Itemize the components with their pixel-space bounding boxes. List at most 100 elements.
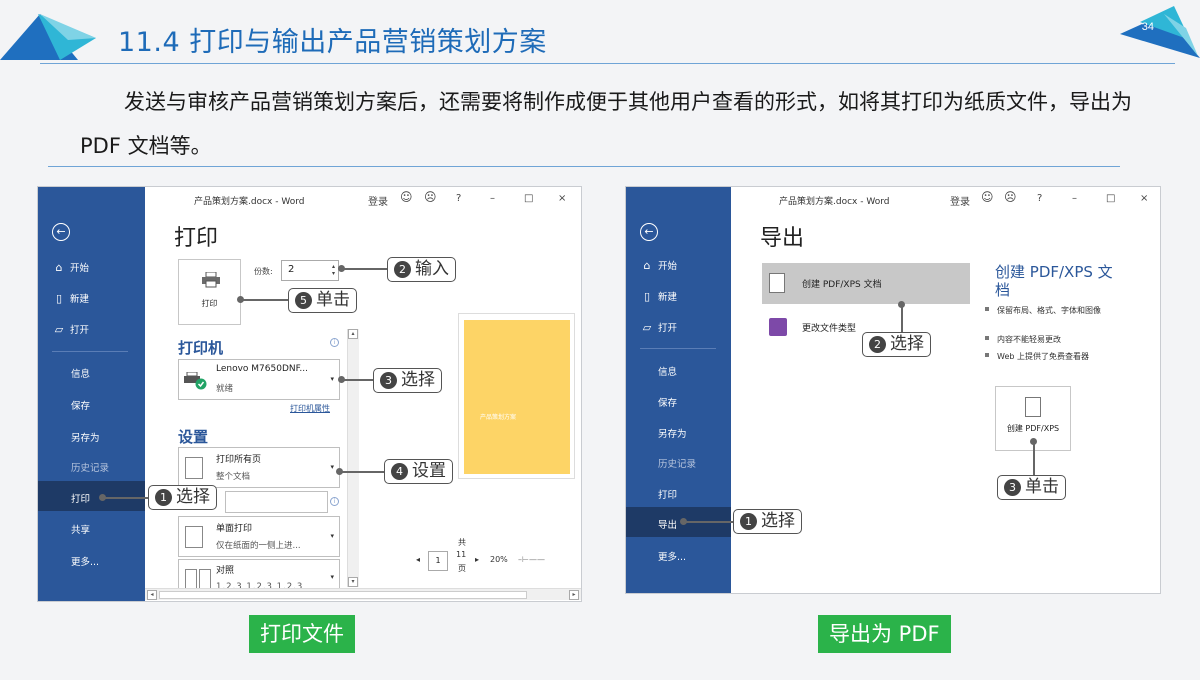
back-arrow-icon[interactable]: ←: [52, 223, 70, 241]
callout-1-select: 1 选择: [148, 485, 217, 510]
callout-leader: [342, 379, 374, 381]
sides-dropdown[interactable]: 单面打印 仅在纸面的一侧上进... ▾: [178, 516, 340, 557]
login-link[interactable]: 登录: [368, 193, 388, 208]
chevron-down-icon: ▾: [330, 374, 334, 383]
back-arrow-icon[interactable]: ←: [640, 223, 658, 241]
sidebar-item-open[interactable]: ▱ 打开: [52, 322, 89, 336]
sidebar-item-home[interactable]: ⌂ 开始: [52, 260, 90, 274]
create-pdf-xps-item[interactable]: 创建 PDF/XPS 文档: [762, 263, 970, 304]
page-count-suffix: 页: [458, 564, 466, 573]
sidebar-item-new[interactable]: ▯ 新建: [52, 291, 89, 305]
window-titlebar: 产品策划方案.docx - Word: [779, 197, 890, 207]
sidebar-item-export[interactable]: 导出: [658, 517, 677, 531]
sidebar-item-home[interactable]: ⌂ 开始: [640, 258, 678, 272]
zoom-level: 20%: [490, 555, 508, 564]
print-button[interactable]: 打印: [178, 259, 241, 325]
scroll-right-icon[interactable]: ▸: [569, 590, 579, 600]
page-count-prefix: 共: [458, 538, 466, 547]
chevron-down-icon: ▾: [330, 531, 334, 540]
page-prev-icon[interactable]: ◂: [416, 555, 420, 564]
print-preview-frame: 产品策划方案: [458, 313, 575, 479]
print-range-dropdown[interactable]: 打印所有页 整个文档 ▾: [178, 447, 340, 488]
change-file-type-item[interactable]: 更改文件类型: [802, 321, 856, 334]
pdf-bullet-2: 内容不能轻易更改: [985, 334, 1061, 345]
printer-dropdown[interactable]: Lenovo M7650DNF... 就绪 ▾: [178, 359, 340, 400]
one-sided-icon: [185, 526, 203, 548]
page-count: 11: [456, 550, 467, 559]
change-file-type-icon: [769, 318, 787, 336]
create-pdf-xps-button-label: 创建 PDF/XPS: [1006, 424, 1060, 433]
pages-icon: [185, 457, 203, 479]
scroll-thumb[interactable]: [159, 591, 527, 599]
callout-leader: [241, 299, 289, 301]
sidebar-item-open[interactable]: ▱ 打开: [640, 320, 677, 334]
minimize-icon[interactable]: –: [1072, 193, 1077, 204]
close-icon[interactable]: ×: [1140, 193, 1148, 204]
callout-4-set: 4 设置: [384, 459, 453, 484]
printer-status: 就绪: [216, 384, 234, 394]
sidebar-item-print[interactable]: 打印: [658, 487, 677, 501]
sidebar-item-share[interactable]: 共享: [71, 522, 90, 536]
sidebar-item-save[interactable]: 保存: [658, 395, 677, 409]
print-range-title: 打印所有页: [216, 455, 262, 465]
frown-icon[interactable]: ☹: [1004, 190, 1017, 204]
settings-scrollbar[interactable]: ▴ ▾: [347, 329, 359, 587]
pages-info-icon[interactable]: i: [330, 497, 339, 506]
backstage-sidebar: ← ⌂ 开始 ▯ 新建 ▱ 打开 信息 保存 另存为 历史记录 打印 共享 更多...: [38, 187, 145, 601]
sidebar-item-info[interactable]: 信息: [658, 364, 677, 378]
callout-leader: [342, 268, 388, 270]
page-number: 34: [1141, 21, 1154, 33]
callout-leader: [340, 471, 385, 473]
smile-icon[interactable]: ☺: [400, 190, 413, 204]
login-link[interactable]: 登录: [950, 193, 970, 208]
printer-ready-icon: [184, 372, 207, 390]
sides-sub: 仅在纸面的一侧上进...: [216, 541, 301, 551]
minimize-icon[interactable]: –: [490, 193, 495, 204]
horizontal-scrollbar[interactable]: ◂ ▸: [145, 588, 581, 600]
sidebar-item-more[interactable]: 更多...: [658, 549, 686, 563]
maximize-icon[interactable]: □: [524, 193, 533, 204]
sidebar-item-save[interactable]: 保存: [71, 398, 90, 412]
corner-decoration-left: [0, 14, 96, 60]
intro-divider: [48, 166, 1120, 167]
printer-info-icon[interactable]: i: [330, 338, 339, 347]
page-number-input[interactable]: 1: [428, 551, 448, 571]
settings-section-title: 设置: [178, 428, 209, 446]
sidebar-item-save-as[interactable]: 另存为: [71, 430, 100, 444]
new-document-icon: ▯: [55, 292, 63, 305]
copies-spinner-icon[interactable]: ▴ ▾: [332, 263, 335, 277]
sidebar-item-more[interactable]: 更多...: [71, 554, 99, 568]
sidebar-item-new[interactable]: ▯ 新建: [640, 289, 677, 303]
zoom-slider[interactable]: –⊢——: [518, 555, 545, 564]
sidebar-item-history[interactable]: 历史记录: [658, 456, 696, 470]
page-next-icon[interactable]: ▸: [475, 555, 479, 564]
scroll-up-icon[interactable]: ▴: [348, 329, 358, 339]
sidebar-item-save-as[interactable]: 另存为: [658, 426, 687, 440]
home-icon: ⌂: [55, 261, 63, 274]
sidebar-item-info[interactable]: 信息: [71, 366, 90, 380]
printer-name: Lenovo M7650DNF...: [216, 364, 308, 374]
callout-leader: [1033, 442, 1035, 476]
help-icon[interactable]: ?: [1037, 193, 1042, 204]
maximize-icon[interactable]: □: [1106, 193, 1115, 204]
folder-icon: ▱: [642, 321, 652, 334]
printer-properties-link[interactable]: 打印机属性: [290, 403, 330, 414]
intro-paragraph: 发送与审核产品营销策划方案后，还需要将制作成便于其他用户查看的形式，如将其打印为…: [80, 90, 1132, 158]
new-document-icon: ▯: [643, 290, 651, 303]
printer-section-title: 打印机: [178, 339, 224, 357]
frown-icon[interactable]: ☹: [424, 190, 437, 204]
word-export-window: ← ⌂ 开始 ▯ 新建 ▱ 打开 信息 保存 另存为 历史记录 打印 导出 更多...…: [625, 186, 1161, 594]
backstage-sidebar: ← ⌂ 开始 ▯ 新建 ▱ 打开 信息 保存 另存为 历史记录 打印 导出 更多...: [626, 187, 731, 593]
help-icon[interactable]: ?: [456, 193, 461, 204]
bullet-icon: [985, 353, 989, 357]
sidebar-item-history[interactable]: 历史记录: [71, 460, 109, 474]
print-range-sub: 整个文档: [216, 472, 251, 482]
print-preview-page: 产品策划方案: [464, 320, 570, 474]
sidebar-item-print[interactable]: 打印: [71, 491, 90, 505]
close-icon[interactable]: ×: [558, 193, 566, 204]
scroll-left-icon[interactable]: ◂: [147, 590, 157, 600]
smile-icon[interactable]: ☺: [981, 190, 994, 204]
scroll-down-icon[interactable]: ▾: [348, 577, 358, 587]
copies-input[interactable]: 2 ▴ ▾: [281, 260, 339, 281]
pages-input[interactable]: [225, 491, 328, 513]
